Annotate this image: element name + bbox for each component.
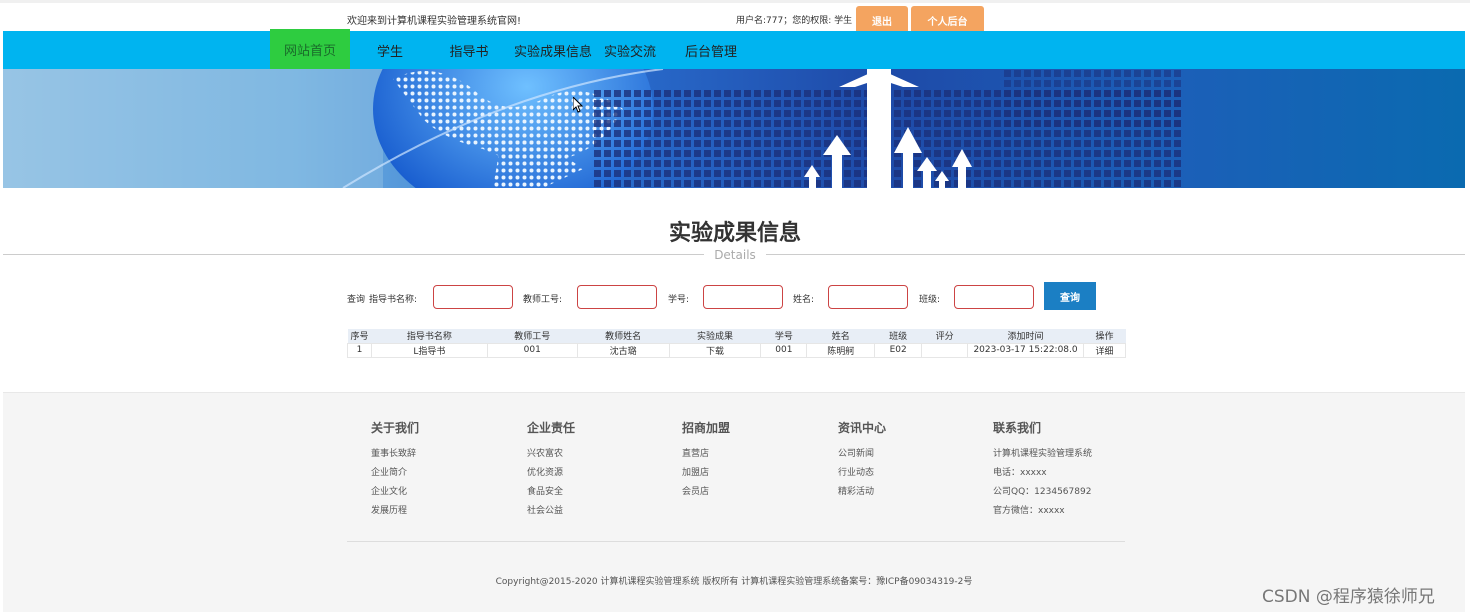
cell-score [921,342,969,358]
footer-link[interactable]: 公司新闻 [838,445,886,464]
nav-item-exchange[interactable]: 实验交流 [600,31,660,69]
student-id-input[interactable] [703,285,783,309]
footer-link[interactable]: 社会公益 [527,502,575,521]
mouse-cursor-icon [573,97,583,113]
footer-divider [347,541,1125,542]
footer-link[interactable]: 企业简介 [371,464,419,483]
cell-index: 1 [347,342,372,358]
col-header-index: 序号 [347,329,372,343]
download-link[interactable]: 下载 [668,342,762,358]
footer-link[interactable]: 会员店 [682,483,730,502]
nav-item-results[interactable]: 实验成果信息 [508,31,598,69]
logout-button[interactable]: 退出 [856,6,908,34]
teacher-id-input[interactable] [577,285,657,309]
nav-item-admin[interactable]: 后台管理 [676,31,746,69]
footer-col-title: 资讯中心 [838,421,887,435]
col-header-score: 评分 [921,329,968,343]
welcome-text: 欢迎来到计算机课程实验管理系统官网! [347,16,522,27]
footer-col-title: 关于我们 [371,421,420,435]
footer-link[interactable]: 企业文化 [371,483,419,502]
nav-item-students[interactable]: 学生 [360,31,420,69]
col-header-added-time: 添加时间 [967,329,1084,343]
student-id-label: 学号: [668,295,690,305]
page-subtitle: Details [0,248,1470,262]
cell-teacher-name: 沈古璐 [576,342,670,358]
footer-link[interactable]: 食品安全 [527,483,575,502]
footer-col-title: 招商加盟 [682,421,731,435]
banner-graphic [3,69,1183,188]
name-label: 姓名: [793,295,815,305]
class-input[interactable] [954,285,1034,309]
class-label: 班级: [919,295,941,305]
col-header-teacher-id: 教师工号 [487,329,578,343]
footer-col-contact: 联系我们 计算机课程实验管理系统 电话：xxxxx 公司QQ：123456789… [993,419,1092,521]
cell-guide-name: L指导书 [370,342,488,358]
cell-name: 陈明舸 [806,342,876,358]
search-button[interactable]: 查询 [1044,282,1096,310]
top-bar: 欢迎来到计算机课程实验管理系统官网! 用户名:777；您的权限: 学生 退出 个… [0,0,1470,34]
footer-link[interactable]: 精彩活动 [838,483,886,502]
cell-student-id: 001 [760,342,808,358]
footer-link[interactable]: 发展历程 [371,502,419,521]
personal-center-button[interactable]: 个人后台 [911,6,984,34]
footer-link[interactable]: 董事长致辞 [371,445,419,464]
col-header-name: 姓名 [806,329,875,343]
footer-contact-item: 电话：xxxxx [993,468,1047,478]
footer-col-responsibility: 企业责任 兴农富农 优化资源 食品安全 社会公益 [527,419,575,521]
footer-contact-item: 计算机课程实验管理系统 [993,449,1093,459]
footer-contact-item: 官方微信：xxxxx [993,506,1065,516]
table-header-row: 序号 指导书名称 教师工号 教师姓名 实验成果 学号 姓名 班级 评分 添加时间… [347,329,1126,343]
col-header-class: 班级 [874,329,922,343]
subtitle-text: Details [704,248,766,262]
teacher-id-label: 教师工号: [523,295,563,305]
col-header-teacher-name: 教师姓名 [577,329,670,343]
nav-item-home[interactable]: 网站首页 [270,29,350,69]
footer-link[interactable]: 加盟店 [682,464,730,483]
footer-col-about: 关于我们 董事长致辞 企业简介 企业文化 发展历程 [371,419,419,521]
footer-col-title: 企业责任 [527,421,576,435]
footer-link[interactable]: 兴农富农 [527,445,575,464]
details-link[interactable]: 详细 [1082,342,1127,358]
col-header-result: 实验成果 [669,329,761,343]
banner-image [3,69,1465,188]
footer-col-news: 资讯中心 公司新闻 行业动态 精彩活动 [838,419,886,502]
table-row: 1 L指导书 001 沈古璐 下载 001 陈明舸 E02 2023-03-17… [347,342,1127,358]
name-input[interactable] [828,285,908,309]
copyright-text: Copyright@2015-2020 计算机课程实验管理系统 版权所有 计算机… [495,577,973,587]
cell-added-time: 2023-03-17 15:22:08.0 [967,342,1084,358]
page-title: 实验成果信息 [668,221,801,246]
main-nav: 网站首页 学生 指导书 实验成果信息 实验交流 后台管理 [3,29,1465,69]
footer-col-franchise: 招商加盟 直营店 加盟店 会员店 [682,419,730,502]
cell-teacher-id: 001 [486,342,578,358]
footer-link[interactable]: 行业动态 [838,464,886,483]
search-prefix-label: 查询 [347,295,366,305]
nav-item-guides[interactable]: 指导书 [439,31,499,69]
footer-link[interactable]: 优化资源 [527,464,575,483]
guide-name-input[interactable] [433,285,513,309]
footer-col-title: 联系我们 [993,421,1042,435]
watermark-text: CSDN @程序猿徐师兄 [1262,587,1435,607]
footer: 关于我们 董事长致辞 企业简介 企业文化 发展历程 企业责任 兴农富农 优化资源… [3,392,1465,612]
guide-name-label: 指导书名称: [369,295,418,305]
user-info: 用户名:777；您的权限: 学生 [736,16,853,26]
col-header-actions: 操作 [1083,329,1126,343]
results-table: 序号 指导书名称 教师工号 教师姓名 实验成果 学号 姓名 班级 评分 添加时间… [347,329,1127,358]
footer-link[interactable]: 直营店 [682,445,730,464]
col-header-guide-name: 指导书名称 [371,329,488,343]
cell-class: E02 [874,342,923,358]
col-header-student-id: 学号 [760,329,807,343]
footer-contact-item: 公司QQ：1234567892 [993,487,1092,497]
